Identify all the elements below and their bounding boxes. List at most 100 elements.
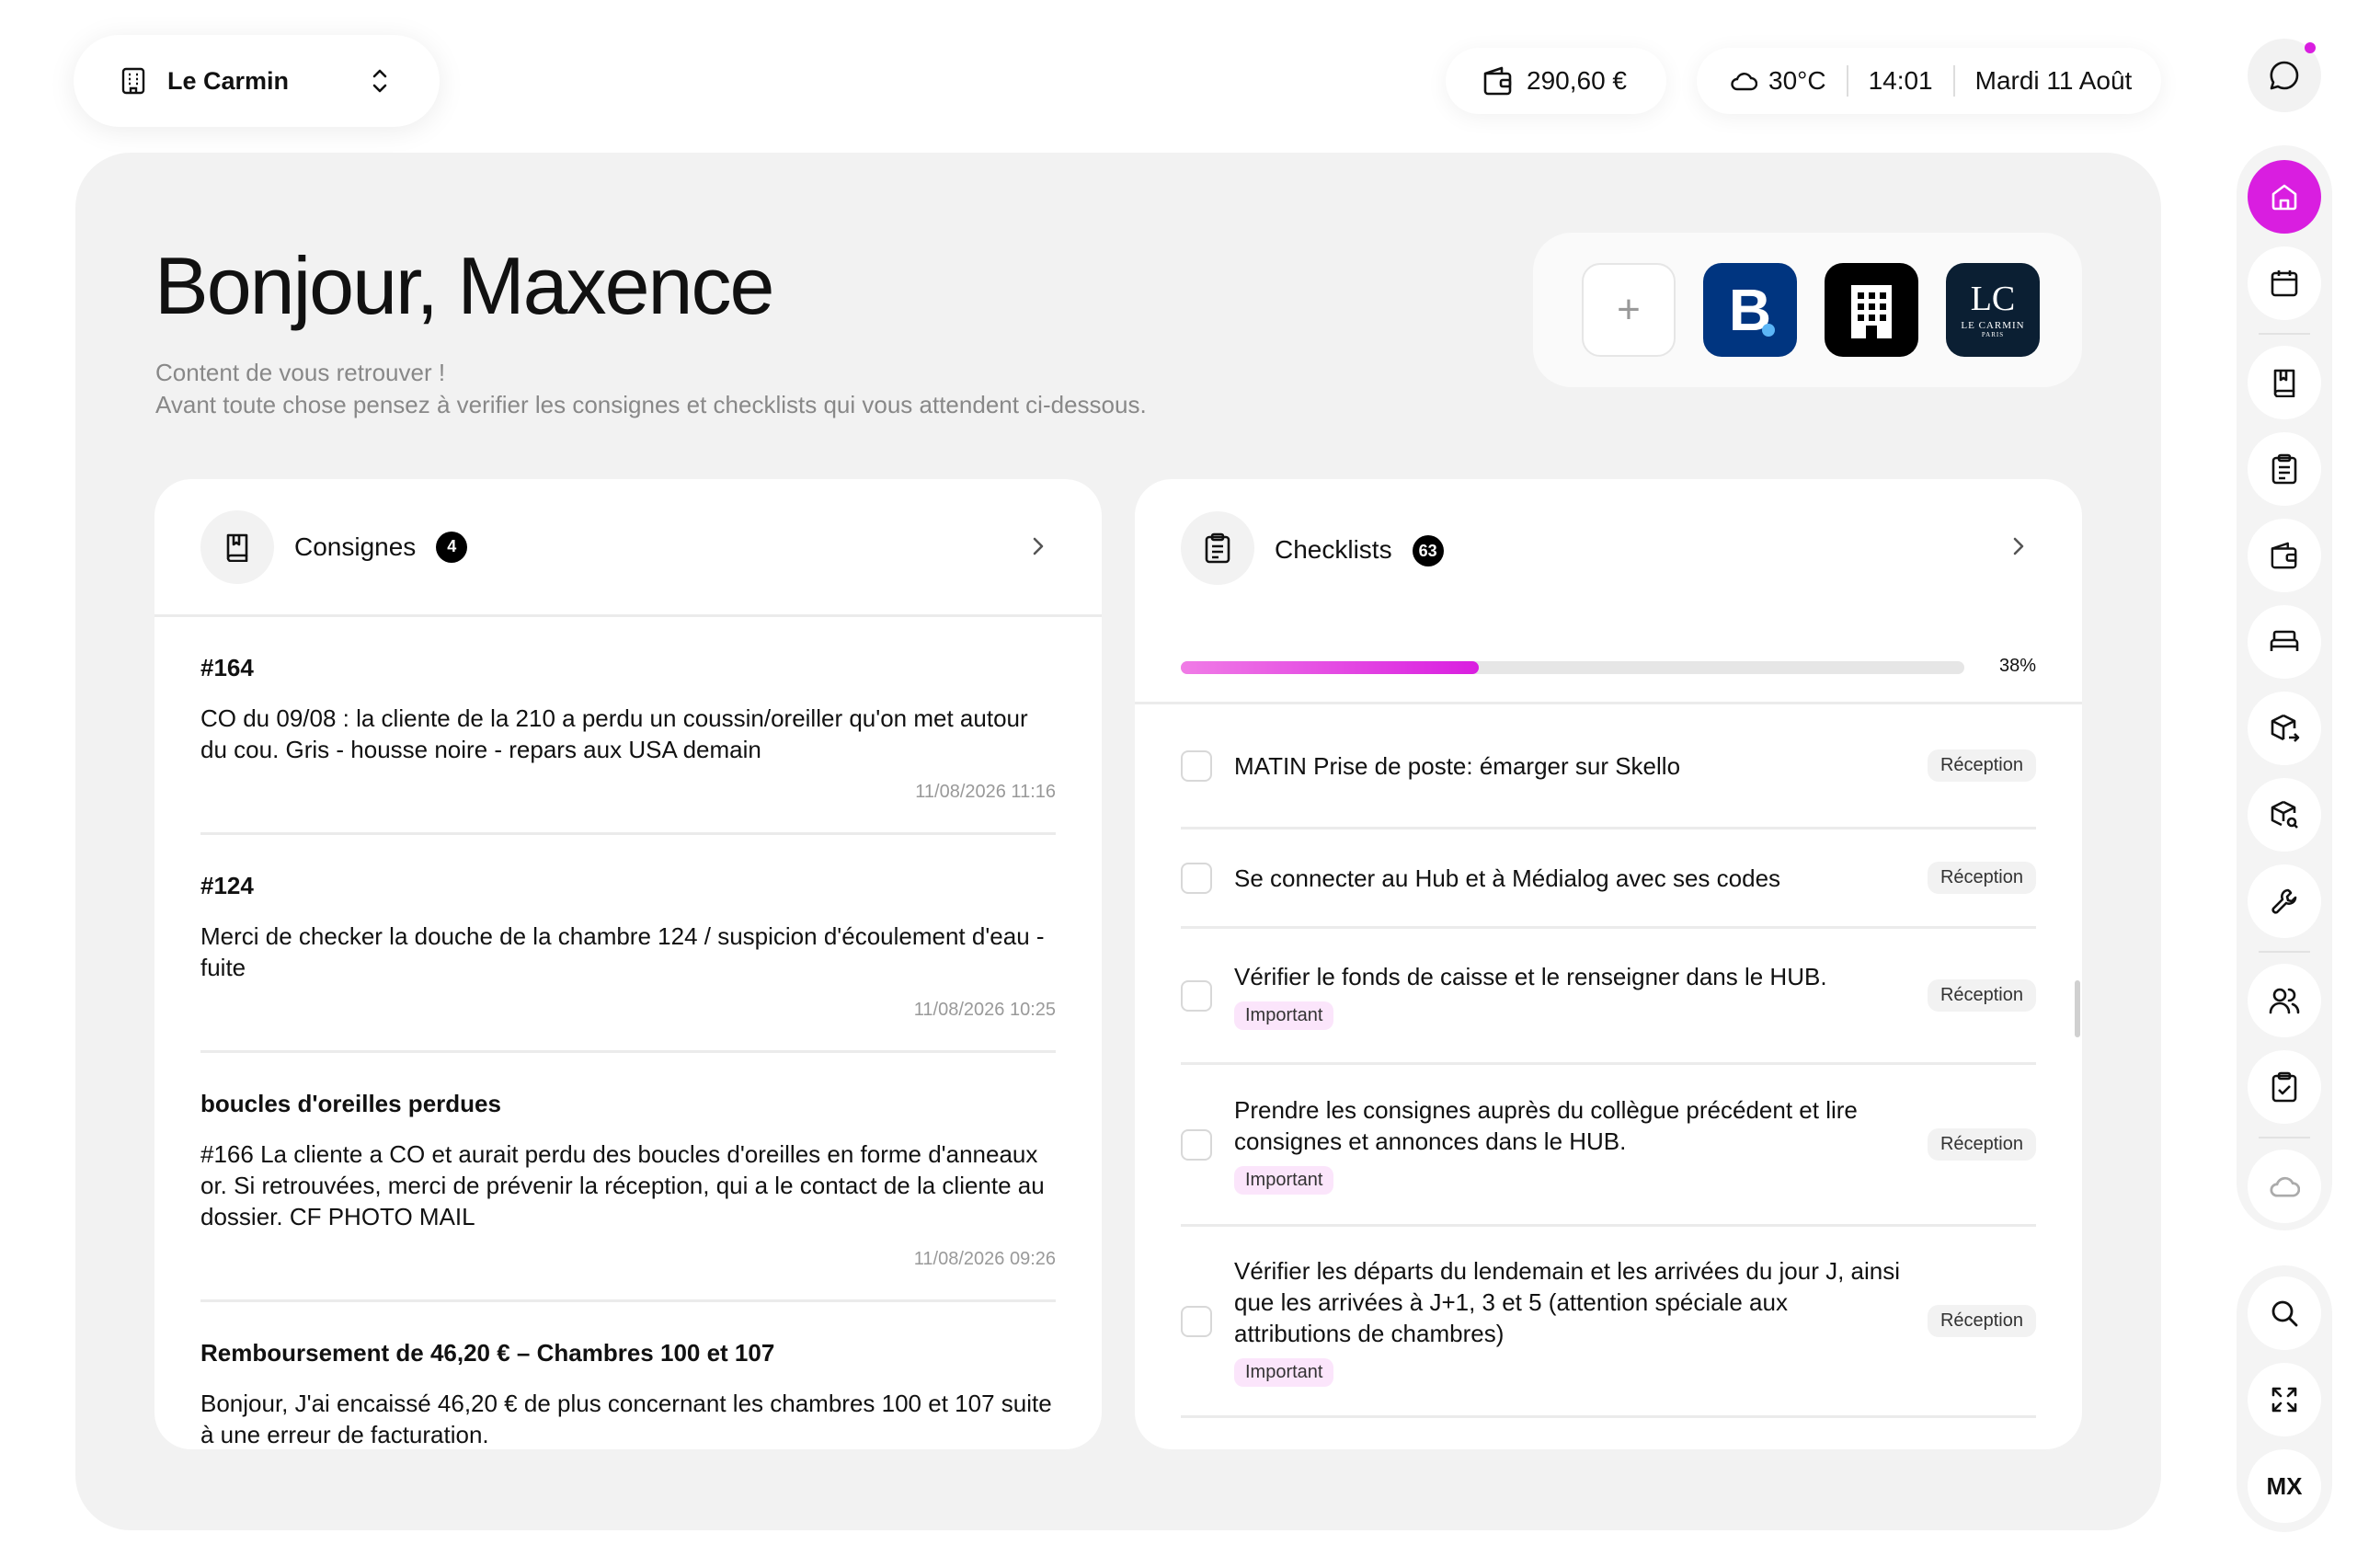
- consignes-card: Consignes 4 #164 CO du 09/08 : la client…: [154, 479, 1102, 1449]
- consigne-body: #166 La cliente a CO et aurait perdu des…: [200, 1140, 1045, 1230]
- checklist-items: MATIN Prise de poste: émarger sur Skello…: [1135, 704, 2082, 1418]
- temperature: 30°C: [1768, 66, 1826, 95]
- nav-consignes[interactable]: [2248, 346, 2321, 419]
- consigne-item[interactable]: Remboursement de 46,20 € – Chambres 100 …: [200, 1302, 1056, 1449]
- chevron-right-icon[interactable]: [2010, 532, 2027, 560]
- nav-weather[interactable]: [2248, 1150, 2321, 1223]
- nav-home[interactable]: [2248, 160, 2321, 234]
- package-arrow-icon: [2269, 713, 2300, 744]
- consigne-title: Remboursement de 46,20 € – Chambres 100 …: [200, 1339, 775, 1367]
- consignes-list: #164 CO du 09/08 : la cliente de la 210 …: [154, 617, 1102, 1449]
- home-icon: [2269, 181, 2300, 212]
- info-pill: 30°C 14:01 Mardi 11 Août: [1697, 48, 2161, 114]
- add-app-button[interactable]: +: [1582, 263, 1676, 357]
- chevron-up-down-icon: [371, 67, 389, 95]
- property-app[interactable]: [1825, 263, 1918, 357]
- checklist-item: Vérifier le fonds de caisse et le rensei…: [1181, 929, 2036, 1065]
- nav-rooms[interactable]: [2248, 605, 2321, 679]
- checklist-item-text: Vérifier les départs du lendemain et les…: [1234, 1257, 1901, 1347]
- nav-wallet[interactable]: [2248, 519, 2321, 592]
- nav-maintenance[interactable]: [2248, 864, 2321, 938]
- consigne-date: 11/08/2026 11:16: [915, 782, 1056, 802]
- hotel-selector[interactable]: Le Carmin: [74, 35, 440, 127]
- checklist-item: MATIN Prise de poste: émarger sur Skello…: [1181, 704, 2036, 829]
- chat-bubble-icon: [2268, 59, 2301, 92]
- department-tag: Réception: [1927, 749, 2036, 782]
- checklists-count-badge: 63: [1412, 535, 1444, 566]
- greeting-subtext: Content de vous retrouver ! Avant toute …: [155, 357, 1147, 421]
- lc-logo-initials: LC: [1970, 280, 2016, 318]
- checklist-item: Vérifier les départs du lendemain et les…: [1181, 1227, 2036, 1418]
- building-icon: [1846, 281, 1897, 338]
- divider: [1846, 65, 1848, 97]
- consigne-body: Bonjour, J'ai encaissé 46,20 € de plus c…: [200, 1390, 1052, 1448]
- checklists-header[interactable]: Checklists 63 38%: [1135, 479, 2082, 704]
- user-initials: MX: [2266, 1471, 2303, 1500]
- consignes-header[interactable]: Consignes 4: [154, 479, 1102, 617]
- important-badge: Important: [1234, 1001, 1334, 1030]
- checkbox[interactable]: [1181, 1305, 1212, 1337]
- consigne-body: Merci de checker la douche de la chambre…: [200, 922, 1045, 981]
- checklists-card: Checklists 63 38% MATIN Prise de poste: …: [1135, 479, 2082, 1449]
- page-title: Bonjour, Maxence: [154, 240, 774, 331]
- book-bookmark-icon: [2271, 368, 2298, 397]
- divider: [1952, 65, 1955, 97]
- clipboard-list-icon: [1204, 532, 1231, 564]
- checklists-title: Checklists: [1275, 535, 1392, 564]
- checkbox[interactable]: [1181, 1128, 1212, 1161]
- booking-logo-dot: [1762, 324, 1775, 337]
- cloud-icon: [1730, 71, 1757, 91]
- main-panel: Bonjour, Maxence Content de vous retrouv…: [75, 153, 2161, 1530]
- wallet-icon: [2270, 542, 2299, 569]
- nav-tasks[interactable]: [2248, 1050, 2321, 1124]
- checkbox[interactable]: [1181, 749, 1212, 782]
- consignes-title: Consignes: [294, 532, 417, 561]
- scrollbar[interactable]: [2075, 980, 2080, 1037]
- nav-packages[interactable]: [2248, 692, 2321, 765]
- checkbox[interactable]: [1181, 979, 1212, 1012]
- consigne-title: #164: [200, 654, 254, 681]
- department-tag: Réception: [1927, 979, 2036, 1012]
- expand-icon: [2271, 1386, 2298, 1413]
- search-button[interactable]: [2248, 1276, 2321, 1350]
- fullscreen-button[interactable]: [2248, 1363, 2321, 1436]
- nav-team[interactable]: [2248, 964, 2321, 1037]
- consigne-item[interactable]: boucles d'oreilles perdues #166 La clien…: [200, 1053, 1056, 1302]
- consignes-count-badge: 4: [436, 531, 468, 563]
- checklist-progress-fill: [1181, 661, 1479, 674]
- users-icon: [2269, 987, 2300, 1014]
- wrench-icon: [2270, 887, 2299, 916]
- department-tag: Réception: [1927, 1128, 2036, 1161]
- nav-lost-found[interactable]: [2248, 778, 2321, 852]
- checklists-icon-wrap: [1181, 511, 1254, 585]
- checklist-item-text: Prendre les consignes auprès du collègue…: [1234, 1096, 1858, 1155]
- bed-icon: [2269, 629, 2300, 655]
- consigne-date: 11/08/2026 09:26: [913, 1249, 1056, 1269]
- checklist-item: Prendre les consignes auprès du collègue…: [1181, 1065, 2036, 1227]
- consigne-item[interactable]: #124 Merci de checker la douche de la ch…: [200, 835, 1056, 1053]
- user-avatar[interactable]: MX: [2248, 1449, 2321, 1523]
- department-tag: Réception: [1927, 862, 2036, 894]
- consigne-date: 11/08/2026 10:25: [913, 1000, 1056, 1020]
- nav-calendar[interactable]: [2248, 246, 2321, 320]
- balance-pill[interactable]: 290,60 €: [1446, 48, 1666, 114]
- consigne-title: #124: [200, 872, 254, 899]
- date: Mardi 11 Août: [1974, 66, 2133, 95]
- wallet-icon: [1482, 66, 1514, 96]
- chevron-right-icon[interactable]: [1030, 532, 1047, 560]
- checkbox[interactable]: [1181, 862, 1212, 894]
- checklist-item-text: Vérifier le fonds de caisse et le rensei…: [1234, 963, 1827, 990]
- important-badge: Important: [1234, 1166, 1334, 1195]
- consignes-icon-wrap: [200, 509, 274, 584]
- divider: [2259, 951, 2310, 953]
- balance-value: 290,60 €: [1527, 66, 1627, 95]
- divider: [2259, 333, 2310, 335]
- hotel-name: Le Carmin: [167, 66, 290, 95]
- consigne-item[interactable]: #164 CO du 09/08 : la cliente de la 210 …: [200, 617, 1056, 835]
- department-tag: Réception: [1927, 1305, 2036, 1337]
- booking-app[interactable]: B: [1703, 263, 1797, 357]
- checklist-item-text: Se connecter au Hub et à Médialog avec s…: [1234, 864, 1781, 892]
- le-carmin-app[interactable]: LC LE CARMIN PARIS: [1946, 263, 2040, 357]
- nav-checklists[interactable]: [2248, 432, 2321, 506]
- calendar-icon: [2270, 269, 2299, 298]
